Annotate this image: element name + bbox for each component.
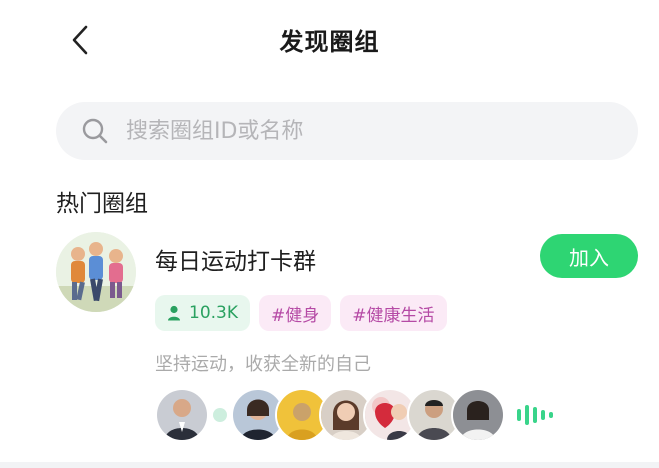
search-icon <box>80 116 110 146</box>
topic-tag[interactable]: #健康生活 <box>340 295 447 331</box>
group-description: 坚持运动，收获全新的自己 <box>155 354 371 375</box>
group-avatar[interactable] <box>56 232 136 312</box>
group-name: 每日运动打卡群 <box>155 249 316 275</box>
group-tags: 10.3K #健身 #健康生活 <box>155 295 447 331</box>
member-avatars[interactable] <box>155 388 553 442</box>
section-title-hot-groups: 热门圈组 <box>56 191 148 217</box>
join-button[interactable]: 加入 <box>540 234 638 278</box>
search-input[interactable] <box>124 117 638 145</box>
member-count: 10.3K <box>189 303 238 323</box>
member-avatar <box>155 388 209 442</box>
member-avatar <box>451 388 505 442</box>
member-separator-dot <box>213 408 227 422</box>
page-title: 发现圈组 <box>279 28 380 56</box>
topic-tag[interactable]: #健身 <box>259 295 332 331</box>
bottom-divider <box>0 462 659 468</box>
member-count-badge: 10.3K <box>155 295 250 331</box>
search-bar[interactable] <box>56 102 638 160</box>
more-members-icon[interactable] <box>517 405 553 425</box>
person-icon <box>167 305 181 321</box>
